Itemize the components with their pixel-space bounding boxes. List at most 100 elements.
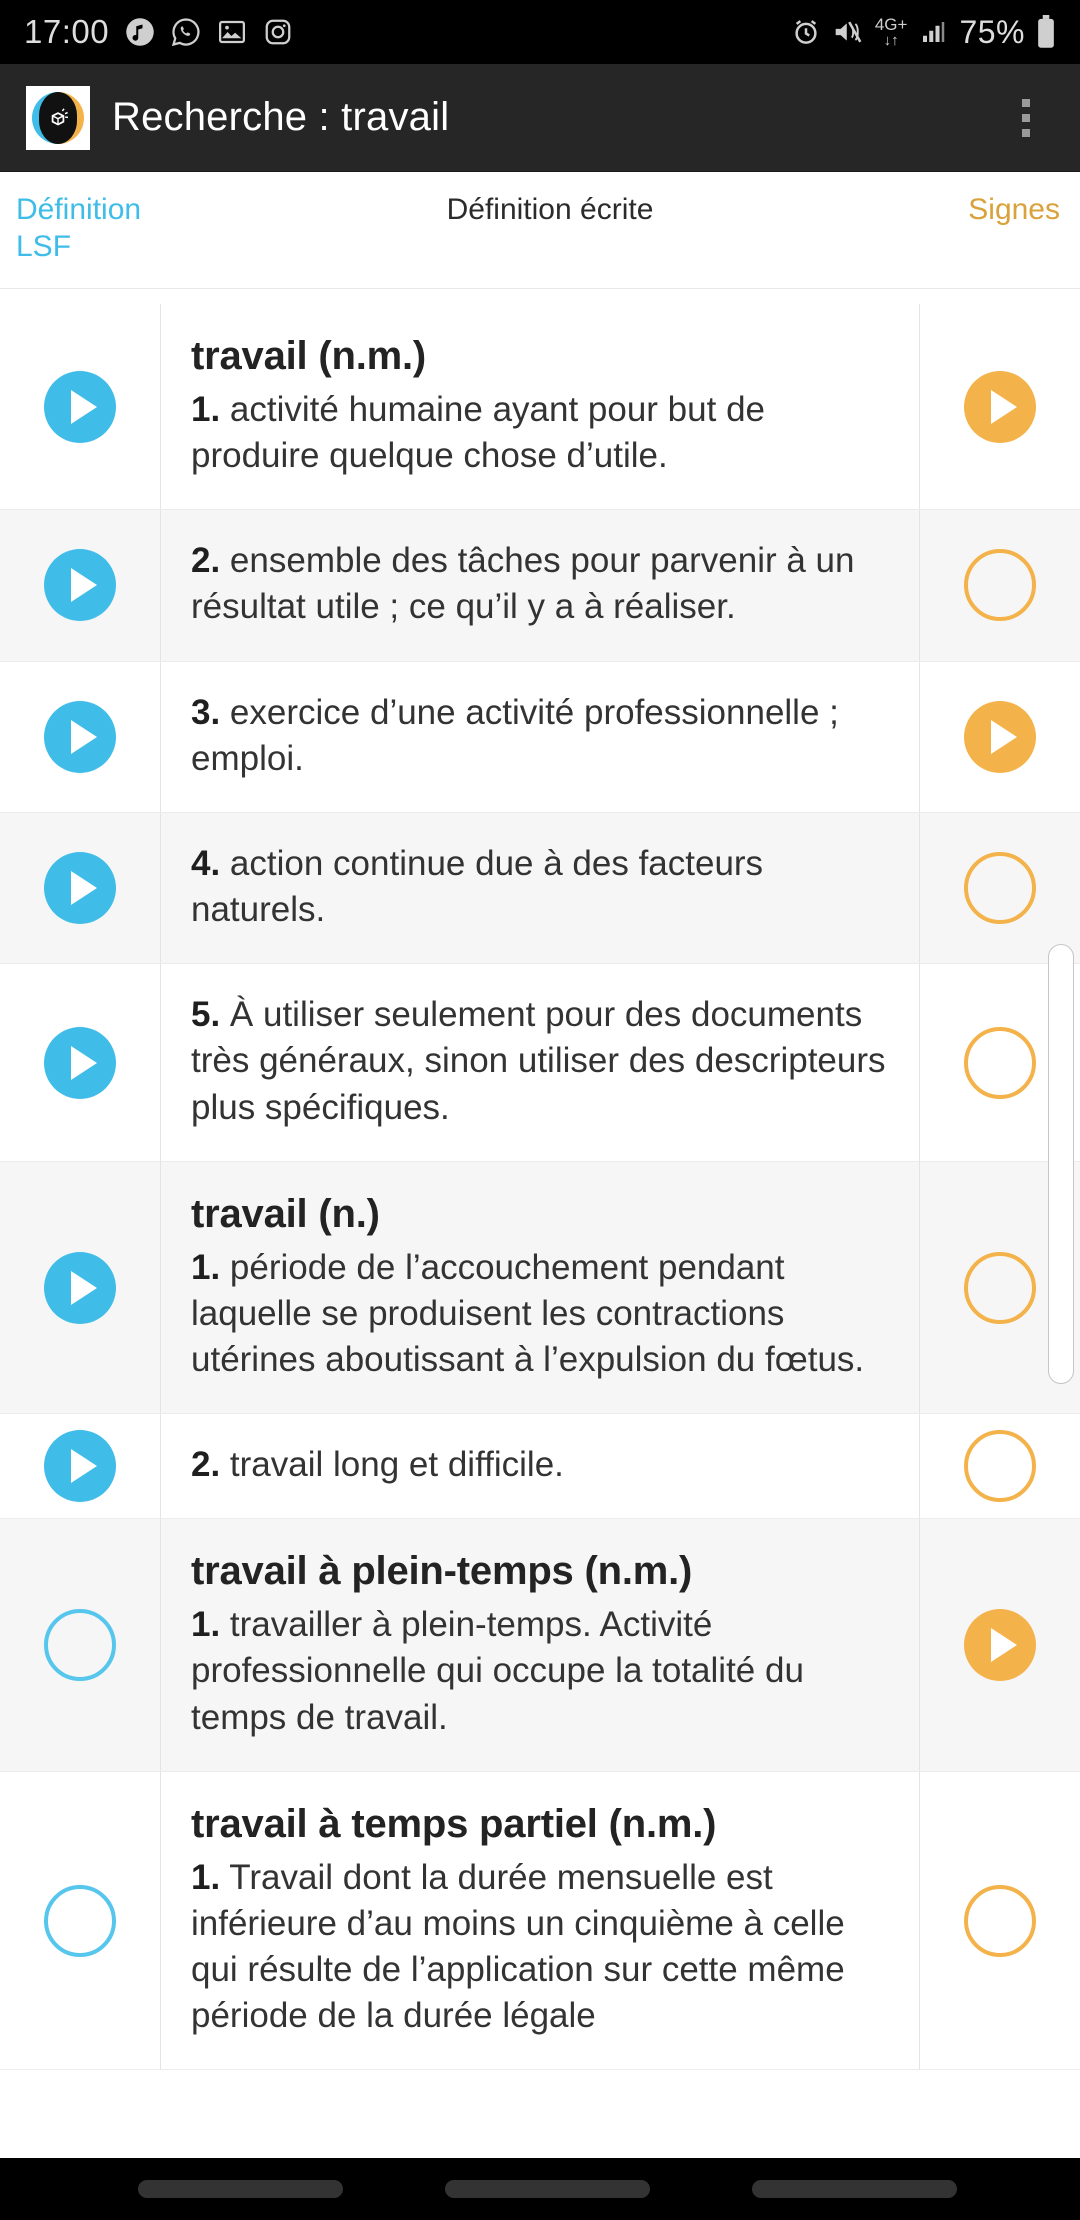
signal-bars-icon bbox=[918, 17, 948, 47]
sign-video-cell bbox=[920, 304, 1080, 509]
sense-text: activité humaine ayant pour but de produ… bbox=[191, 389, 765, 475]
column-headers: Définition LSF Définition écrite Signes bbox=[0, 172, 1080, 289]
elix-app-logo-icon bbox=[26, 85, 90, 150]
entry-title: travail à plein-temps (n.m.) bbox=[191, 1549, 693, 1594]
android-navigation-bar bbox=[0, 2158, 1080, 2220]
sign-video-cell bbox=[920, 1772, 1080, 2070]
sign-video-cell bbox=[920, 1519, 1080, 1770]
sign-play-icon[interactable] bbox=[964, 1609, 1036, 1682]
sign-video-cell bbox=[920, 1414, 1080, 1518]
sense-text: travailler à plein-temps. Activité profe… bbox=[191, 1605, 804, 1737]
lsf-play-icon[interactable] bbox=[44, 1026, 116, 1099]
lsf-video-cell bbox=[0, 304, 160, 509]
home-button[interactable] bbox=[445, 2180, 650, 2198]
lsf-empty-circle-icon bbox=[44, 1884, 116, 1957]
sense-number: 1. bbox=[191, 1605, 221, 1645]
lsf-video-cell bbox=[0, 1772, 160, 2070]
screen-root: 17:00 4G+ ↓↑ 75% Recherche: travail Déf… bbox=[0, 0, 1080, 2220]
sense-number: 1. bbox=[191, 389, 221, 429]
recents-button[interactable] bbox=[138, 2180, 343, 2198]
network-type-icon: 4G+ ↓↑ bbox=[874, 15, 908, 49]
entry-title: travail (n.m.) bbox=[191, 334, 427, 378]
lsf-video-cell bbox=[0, 964, 160, 1161]
sign-video-cell bbox=[920, 510, 1080, 660]
lsf-play-icon[interactable] bbox=[44, 1430, 116, 1503]
status-bar-left: 17:00 bbox=[24, 13, 293, 51]
sense-text: travail long et difficile. bbox=[220, 1445, 564, 1485]
results-scroll-area[interactable]: travail (n.m.) 1. activité humaine ayant … bbox=[0, 304, 1080, 2158]
app-bar-title: Recherche : travail bbox=[112, 95, 450, 139]
lsf-video-cell bbox=[0, 662, 160, 812]
lsf-video-cell bbox=[0, 1414, 160, 1518]
status-bar-right: 4G+ ↓↑ 75% bbox=[791, 14, 1056, 51]
sense-text: ensemble des tâches pour parvenir à un r… bbox=[191, 541, 855, 627]
definition-sense: 2. travail long et difficile. bbox=[191, 1442, 889, 1488]
table-row[interactable]: travail à temps partiel (n.m.) 1. Travail… bbox=[0, 1771, 1080, 2071]
alarm-icon bbox=[791, 17, 821, 47]
definition-cell: travail (n.m.) 1. activité humaine ayant … bbox=[160, 304, 920, 510]
sign-empty-circle-icon bbox=[964, 1251, 1036, 1324]
status-bar-clock: 17:00 bbox=[24, 13, 110, 50]
table-row[interactable]: 5. À utiliser seulement pour des documen… bbox=[0, 964, 1080, 1162]
entry-title: travail (n.) bbox=[191, 1191, 380, 1236]
sense-text: Travail dont la durée mensuelle est infé… bbox=[191, 1857, 845, 2036]
sign-empty-circle-icon bbox=[964, 1026, 1036, 1099]
column-header-lsf-line2: LSF bbox=[16, 229, 72, 263]
vibrate-mute-icon bbox=[832, 17, 864, 47]
lsf-video-cell bbox=[0, 1519, 160, 1770]
android-status-bar: 17:00 4G+ ↓↑ 75% bbox=[0, 0, 1080, 64]
sign-empty-circle-icon bbox=[964, 852, 1036, 925]
sense-number: 1. bbox=[191, 1857, 221, 1897]
sense-text: À utiliser seulement pour des documents … bbox=[191, 995, 886, 1127]
entry-title: travail à temps partiel (n.m.) bbox=[191, 1801, 717, 1846]
definition-cell: travail (n.) 1. période de l’accouchement… bbox=[160, 1161, 920, 1414]
sense-number: 1. bbox=[191, 1247, 221, 1287]
sense-number: 2. bbox=[191, 541, 221, 581]
music-note-icon bbox=[125, 17, 155, 47]
sense-number: 5. bbox=[191, 995, 221, 1035]
lsf-play-icon[interactable] bbox=[44, 549, 116, 622]
lsf-play-icon[interactable] bbox=[44, 852, 116, 925]
lsf-video-cell bbox=[0, 510, 160, 660]
battery-icon bbox=[1036, 15, 1056, 49]
lsf-play-icon[interactable] bbox=[44, 370, 116, 443]
column-header-signs: Signes bbox=[968, 193, 1060, 226]
definition-cell: 5. À utiliser seulement pour des documen… bbox=[160, 964, 920, 1161]
table-row[interactable]: travail (n.m.) 1. activité humaine ayant … bbox=[0, 304, 1080, 511]
table-row[interactable]: 2. ensemble des tâches pour parvenir à u… bbox=[0, 510, 1080, 662]
definition-sense: 1. Travail dont la durée mensuelle est i… bbox=[191, 1855, 889, 2040]
sign-play-icon[interactable] bbox=[964, 700, 1036, 773]
gallery-icon bbox=[217, 17, 247, 47]
table-row[interactable]: 4. action continue due à des facteurs na… bbox=[0, 812, 1080, 965]
sense-number: 2. bbox=[191, 1445, 221, 1485]
definition-sense: 1. période de l’accouchement pendant laq… bbox=[191, 1245, 889, 1384]
sign-empty-circle-icon bbox=[964, 549, 1036, 622]
definition-cell: travail à plein-temps (n.m.) 1. travaille… bbox=[160, 1519, 920, 1771]
sign-video-cell bbox=[920, 813, 1080, 963]
definition-cell: travail à temps partiel (n.m.) 1. Travail… bbox=[160, 1771, 920, 2070]
whatsapp-icon bbox=[171, 17, 201, 47]
column-header-lsf-line1: Définition bbox=[16, 193, 142, 226]
lsf-play-icon[interactable] bbox=[44, 700, 116, 773]
sign-video-cell bbox=[920, 1162, 1080, 1413]
table-row[interactable]: travail à plein-temps (n.m.) 1. travaille… bbox=[0, 1519, 1080, 1772]
column-header-lsf: Définition LSF bbox=[16, 192, 226, 266]
sign-video-cell bbox=[920, 662, 1080, 812]
back-button[interactable] bbox=[752, 2180, 957, 2198]
definition-cell: 2. travail long et difficile. bbox=[160, 1414, 920, 1519]
table-row[interactable]: travail (n.) 1. période de l’accouchement… bbox=[0, 1161, 1080, 1415]
lsf-empty-circle-icon bbox=[44, 1609, 116, 1682]
lsf-video-cell bbox=[0, 813, 160, 963]
sign-play-icon[interactable] bbox=[964, 370, 1036, 443]
sense-number: 3. bbox=[191, 692, 221, 732]
table-row[interactable]: 2. travail long et difficile. bbox=[0, 1414, 1080, 1520]
definition-sense: 3. exercice d’une activité professionnel… bbox=[191, 690, 889, 782]
table-row[interactable]: 3. exercice d’une activité professionnel… bbox=[0, 661, 1080, 813]
definition-sense: 4. action continue due à des facteurs na… bbox=[191, 841, 889, 933]
sign-empty-circle-icon bbox=[964, 1884, 1036, 1957]
app-bar: Recherche : travail bbox=[0, 64, 1080, 172]
overflow-menu-icon[interactable] bbox=[998, 78, 1054, 158]
sense-text: période de l’accouchement pendant laquel… bbox=[191, 1247, 865, 1380]
lsf-play-icon[interactable] bbox=[44, 1251, 116, 1324]
sense-text: exercice d’une activité professionnelle … bbox=[191, 692, 839, 778]
